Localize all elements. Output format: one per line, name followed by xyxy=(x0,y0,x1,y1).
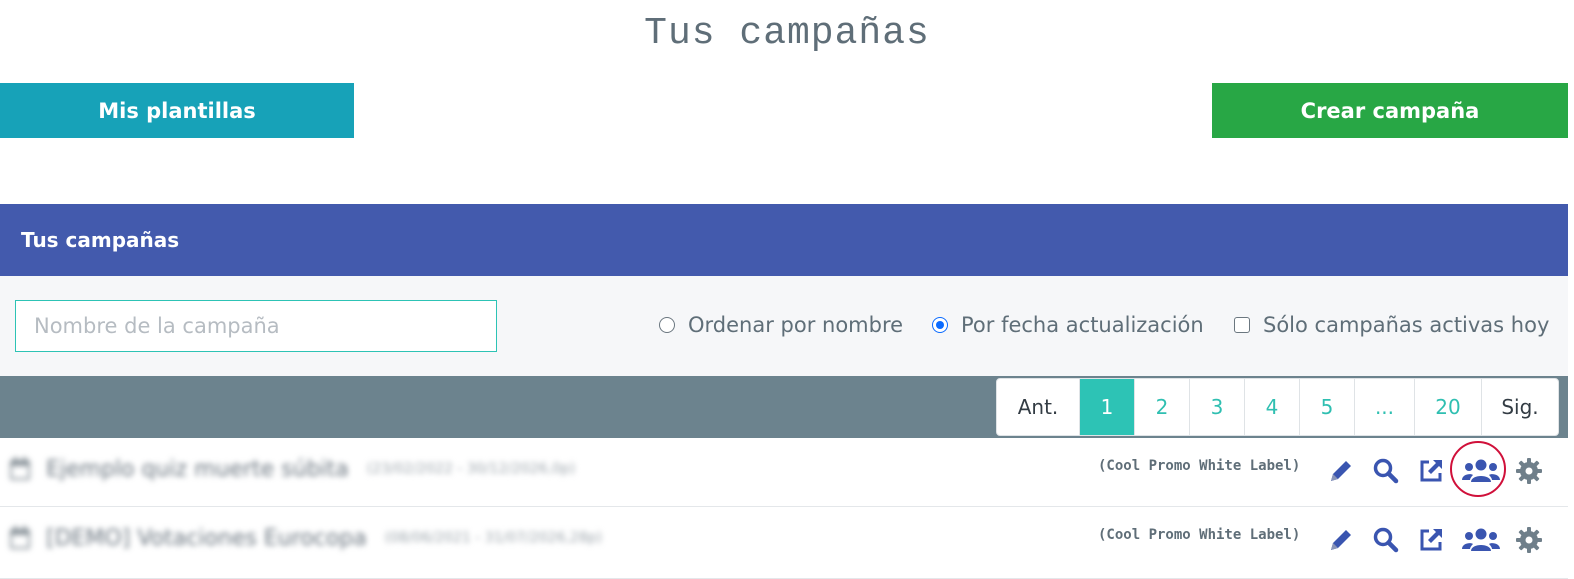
create-campaign-button[interactable]: Crear campaña xyxy=(1212,83,1568,138)
external-link-icon xyxy=(1420,529,1442,551)
open-link-button[interactable] xyxy=(1415,524,1447,556)
page-button[interactable]: 5 xyxy=(1299,379,1354,435)
settings-button[interactable] xyxy=(1513,455,1545,487)
campaign-label: (Cool Promo White Label) xyxy=(1098,527,1301,543)
filter-bar: Ordenar por nombre Por fecha actualizaci… xyxy=(0,276,1568,376)
campaign-row: [DEMO] Votaciones Eurocopa (08/06/2021 -… xyxy=(0,507,1568,579)
pagination: Ant. 1 2 3 4 5 ... 20 Sig. xyxy=(996,378,1559,436)
campaign-dates: (08/06/2021 - 31/07/2026,28p) xyxy=(384,530,603,546)
campaign-dates: (23/02/2022 - 30/12/2026,0p) xyxy=(366,461,576,477)
page-ellipsis: ... xyxy=(1354,379,1414,435)
open-link-button[interactable] xyxy=(1415,455,1447,487)
campaign-label: (Cool Promo White Label) xyxy=(1098,458,1301,474)
preview-button[interactable] xyxy=(1370,524,1402,556)
page-button[interactable]: 20 xyxy=(1414,379,1481,435)
search-icon xyxy=(1373,527,1399,553)
pagination-bar: Ant. 1 2 3 4 5 ... 20 Sig. xyxy=(0,376,1568,438)
only-active-checkbox[interactable] xyxy=(1234,317,1250,333)
calendar-icon xyxy=(10,457,30,480)
edit-button[interactable] xyxy=(1325,524,1357,556)
gear-icon xyxy=(1516,458,1542,484)
campaign-name[interactable]: Ejemplo quiz muerte súbita xyxy=(46,457,349,482)
my-templates-button[interactable]: Mis plantillas xyxy=(0,83,354,138)
page-button[interactable]: 4 xyxy=(1244,379,1299,435)
sort-by-name-label: Ordenar por nombre xyxy=(688,313,904,337)
preview-button[interactable] xyxy=(1370,455,1402,487)
campaign-info: [DEMO] Votaciones Eurocopa (08/06/2021 -… xyxy=(8,525,602,551)
campaign-name[interactable]: [DEMO] Votaciones Eurocopa xyxy=(46,526,367,551)
pencil-icon xyxy=(1331,530,1351,550)
settings-button[interactable] xyxy=(1513,524,1545,556)
participants-button[interactable] xyxy=(1460,524,1502,556)
sort-by-name-radio[interactable] xyxy=(659,317,675,333)
page-title: Tus campañas xyxy=(644,12,930,55)
edit-button[interactable] xyxy=(1325,455,1357,487)
only-active-option[interactable]: Sólo campañas activas hoy xyxy=(1234,313,1549,337)
campaign-actions xyxy=(1325,455,1558,487)
search-icon xyxy=(1373,458,1399,484)
campaign-actions xyxy=(1325,524,1558,556)
campaign-search-input[interactable] xyxy=(15,300,497,352)
campaign-info: Ejemplo quiz muerte súbita (23/02/2022 -… xyxy=(8,456,575,482)
gear-icon xyxy=(1516,527,1542,553)
sort-by-name-option[interactable]: Ordenar por nombre xyxy=(659,313,903,337)
calendar-icon xyxy=(10,526,30,549)
panel-title: Tus campañas xyxy=(21,228,180,252)
users-icon xyxy=(1462,528,1500,551)
page-button[interactable]: 2 xyxy=(1134,379,1189,435)
prev-page-button[interactable]: Ant. xyxy=(997,379,1079,435)
sort-by-date-radio[interactable] xyxy=(932,317,948,333)
campaign-row: Ejemplo quiz muerte súbita (23/02/2022 -… xyxy=(0,438,1568,507)
highlight-ring xyxy=(1450,441,1506,497)
only-active-label: Sólo campañas activas hoy xyxy=(1263,313,1550,337)
external-link-icon xyxy=(1420,460,1442,482)
page-button[interactable]: 3 xyxy=(1189,379,1244,435)
campaigns-panel-header: Tus campañas xyxy=(0,204,1568,276)
next-page-button[interactable]: Sig. xyxy=(1481,379,1558,435)
pencil-icon xyxy=(1331,461,1351,481)
sort-by-date-option[interactable]: Por fecha actualización xyxy=(932,313,1204,337)
sort-by-date-label: Por fecha actualización xyxy=(961,313,1204,337)
page-button[interactable]: 1 xyxy=(1079,379,1134,435)
